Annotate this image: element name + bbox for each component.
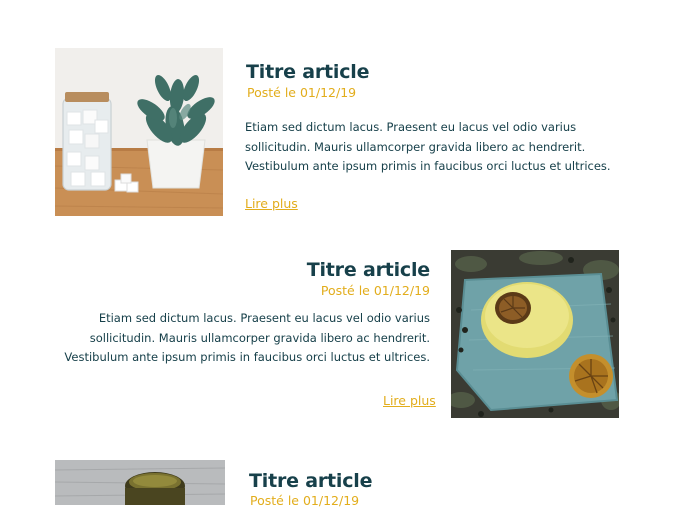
- article-3-thumbnail[interactable]: [55, 460, 225, 505]
- article-3-date: Posté le 01/12/19: [250, 493, 360, 508]
- article-3-title[interactable]: Titre article: [249, 470, 372, 492]
- article-card-3: Titre article Posté le 01/12/19: [0, 0, 682, 508]
- jar-lid-photo: [55, 460, 225, 505]
